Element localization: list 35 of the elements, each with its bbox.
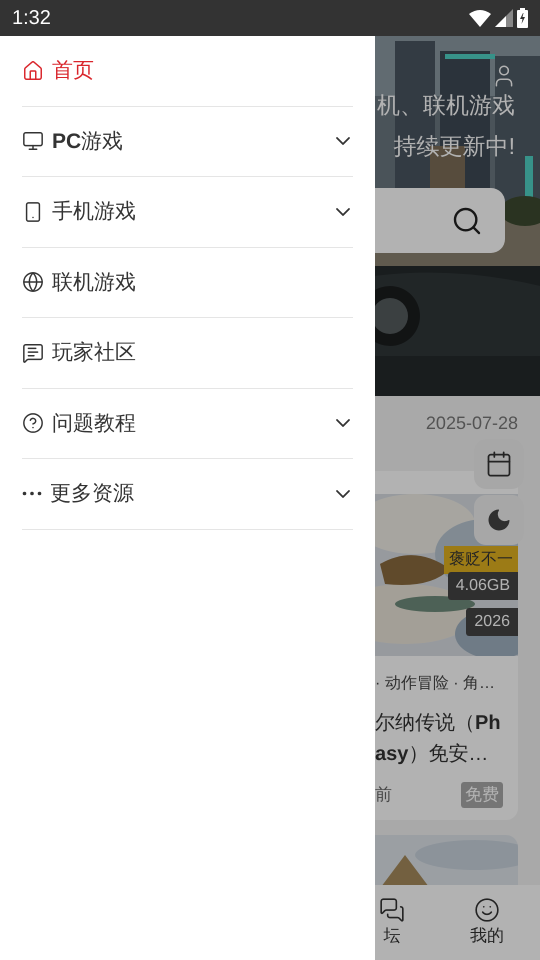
banner-text: 持续更新中! (394, 132, 515, 160)
globe-icon (22, 271, 44, 294)
forum-tab[interactable]: 坛 (379, 896, 405, 948)
time-text: 前 (375, 784, 392, 806)
genre-text: · 动作冒险 · 角… (375, 674, 496, 694)
game-title: asy）免安… (375, 742, 490, 767)
signal-icon (495, 9, 513, 27)
calendar-icon (485, 450, 513, 478)
drawer-menu-item[interactable]: 更多资源 (22, 459, 353, 530)
game-card[interactable]: 褒贬不一 4.06GB 2026 · 动作冒险 · 角… 尔纳传说（Ph asy）免安… 前 免费 (375, 471, 518, 820)
profile-tab[interactable]: 我的 (470, 896, 504, 948)
date-text: 2025-07-28 (426, 412, 518, 435)
home-icon (22, 60, 44, 82)
banner-text: 机、联机游戏 (377, 91, 515, 120)
drawer-menu-item[interactable]: 首页 (22, 36, 353, 106)
chat-icon (22, 342, 44, 364)
price-tag: 免费 (461, 782, 503, 808)
status-time: 1:32 (12, 6, 51, 31)
year-tag: 2026 (466, 608, 518, 636)
wifi-icon (469, 9, 491, 27)
forum-icon (379, 896, 405, 923)
drawer-menu-item[interactable]: PC游戏 (22, 106, 353, 177)
search-field[interactable] (375, 188, 505, 253)
more-icon (22, 491, 42, 496)
help-icon (22, 412, 44, 434)
smile-icon (474, 896, 500, 923)
monitor-icon (22, 130, 44, 152)
drawer-menu-item[interactable]: 问题教程 (22, 388, 353, 459)
rating-tag: 褒贬不一 (444, 546, 518, 574)
size-tag: 4.06GB (448, 572, 518, 600)
game-title: 尔纳传说（Ph (375, 711, 502, 736)
drawer-menu-item[interactable]: 玩家社区 (22, 318, 353, 388)
battery-icon (517, 8, 528, 28)
drawer-menu-item[interactable]: 手机游戏 (22, 177, 353, 248)
drawer-menu-item[interactable]: 联机游戏 (22, 248, 353, 318)
